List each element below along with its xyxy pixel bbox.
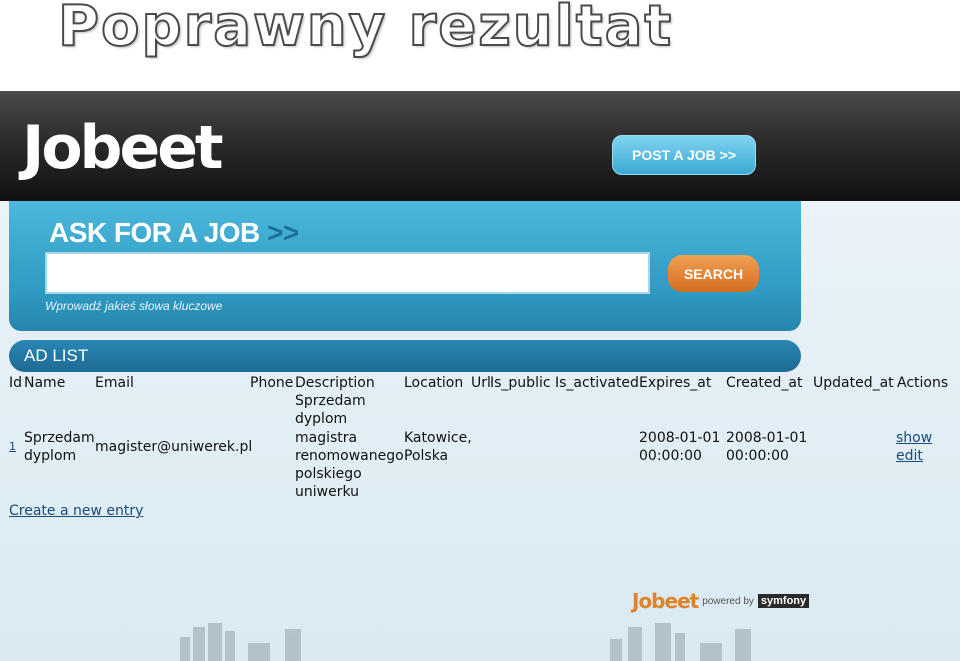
search-button[interactable]: SEARCH: [668, 255, 759, 292]
col-header-email: Email: [95, 375, 134, 391]
ad-list-header: AD LIST: [9, 340, 801, 372]
row-description-line5: polskiego: [295, 466, 362, 482]
site-header: Jobeet POST A JOB >>: [0, 91, 960, 201]
col-header-is-activated: Is_activated: [555, 375, 639, 391]
col-header-expires-at: Expires_at: [639, 375, 712, 391]
row-location-line1: Katowice,: [404, 430, 472, 446]
col-header-updated-at: Updated_at: [813, 375, 894, 391]
row-expires-time: 00:00:00: [639, 448, 702, 464]
symfony-logo: symfony: [757, 594, 810, 608]
powered-by-text: powered by: [702, 595, 754, 607]
row-show-link[interactable]: show: [896, 429, 932, 447]
browser-screenshot: Jobeet POST A JOB >> ASK FOR A JOB >> SE…: [0, 91, 960, 661]
search-hint: Wprowadź jakieś słowa kluczowe: [45, 299, 223, 313]
row-description-line3: magistra: [295, 430, 358, 446]
ask-title-arrows: >>: [267, 217, 299, 248]
row-created-time: 00:00:00: [726, 448, 789, 464]
row-name-line1: Sprzedam: [24, 430, 95, 446]
col-header-id: Id: [9, 375, 23, 391]
row-description-line1: Sprzedam: [295, 393, 366, 409]
row-description-line6: uniwerku: [295, 484, 360, 500]
row-id-link[interactable]: 1: [9, 438, 16, 456]
row-edit-link[interactable]: edit: [896, 447, 923, 465]
col-header-url: Url: [471, 375, 491, 391]
row-description-line4: renomowanego: [295, 448, 404, 464]
create-entry-link[interactable]: Create a new entry: [9, 502, 143, 520]
city-skyline-decoration: [180, 623, 751, 661]
row-description-line2: dyplom: [295, 411, 348, 427]
slide-title: Poprawny rezultat: [57, 0, 674, 60]
col-header-actions: Actions: [897, 375, 949, 391]
row-location-line2: Polska: [404, 448, 449, 464]
footer-jobeet-logo: Jobeet: [632, 589, 699, 613]
ask-for-job-title: ASK FOR A JOB >>: [49, 217, 299, 249]
row-created-date: 2008-01-01: [726, 430, 808, 446]
search-panel: ASK FOR A JOB >> SEARCH Wprowadź jakieś …: [9, 201, 801, 331]
row-email: magister@uniwerek.pl: [95, 439, 253, 455]
col-header-is-public: Is_public: [490, 375, 551, 391]
jobeet-logo[interactable]: Jobeet: [22, 113, 224, 183]
col-header-created-at: Created_at: [726, 375, 803, 391]
col-header-description: Description: [295, 375, 375, 391]
search-input[interactable]: [45, 252, 650, 294]
col-header-phone: Phone: [250, 375, 294, 391]
ask-title-text: ASK FOR A JOB: [49, 217, 260, 248]
post-job-button[interactable]: POST A JOB >>: [612, 135, 756, 175]
row-expires-date: 2008-01-01: [639, 430, 721, 446]
powered-by-badge[interactable]: Jobeet powered by symfony: [632, 589, 810, 613]
col-header-location: Location: [404, 375, 464, 391]
row-name-line2: dyplom: [24, 448, 77, 464]
col-header-name: Name: [24, 375, 66, 391]
